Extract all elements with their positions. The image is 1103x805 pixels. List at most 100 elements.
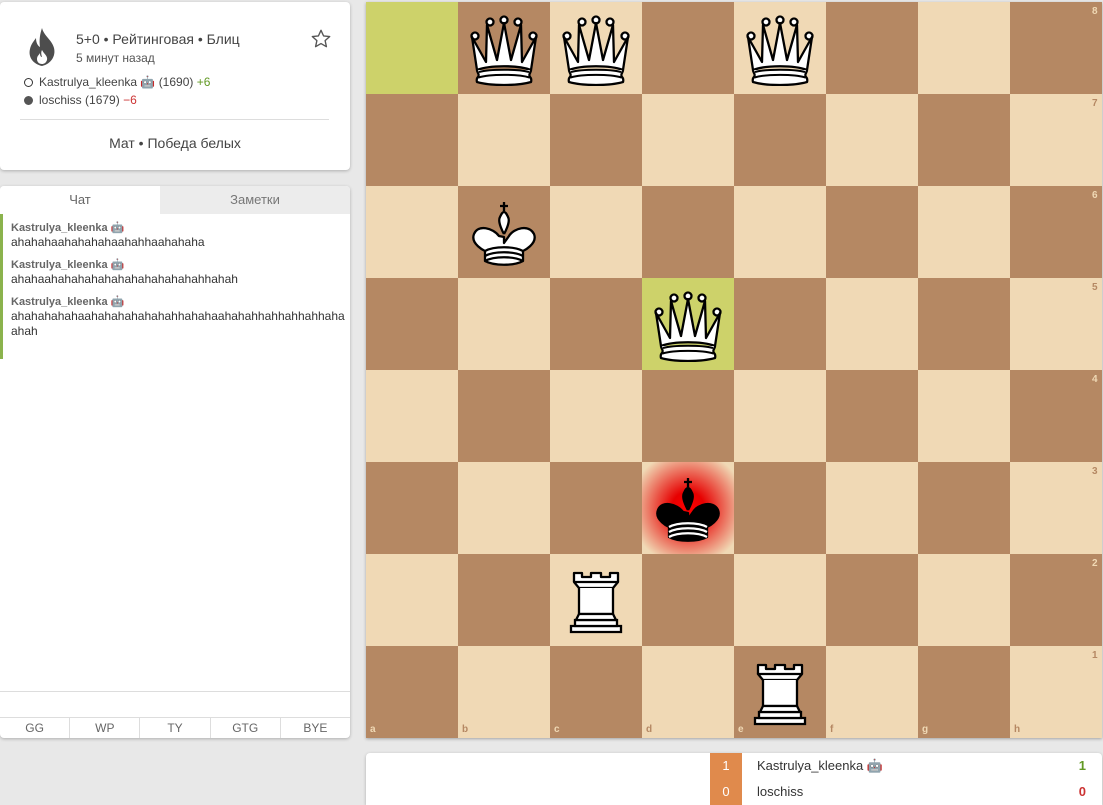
square-g1[interactable]: [918, 646, 1010, 738]
square-b7[interactable]: [458, 94, 550, 186]
file-label: f: [830, 724, 834, 735]
square-h1[interactable]: [1010, 646, 1102, 738]
square-h2[interactable]: [1010, 554, 1102, 646]
square-a1[interactable]: [366, 646, 458, 738]
chat-messages: Kastrulya_kleenka 🤖 ahahahaahahahahaahah…: [0, 214, 350, 359]
square-e4[interactable]: [734, 370, 826, 462]
black-player-name[interactable]: loschiss: [39, 93, 82, 107]
square-h4[interactable]: [1010, 370, 1102, 462]
square-a2[interactable]: [366, 554, 458, 646]
square-d7[interactable]: [642, 94, 734, 186]
preset-gtg-button[interactable]: GTG: [211, 718, 281, 738]
scoreboard-player-name[interactable]: Kastrulya_kleenka 🤖: [757, 753, 883, 779]
white-rook-icon[interactable]: [742, 654, 818, 730]
square-b2[interactable]: [458, 554, 550, 646]
rank-label: 7: [1092, 98, 1098, 109]
star-icon[interactable]: [310, 28, 332, 50]
square-b3[interactable]: [458, 462, 550, 554]
square-f3[interactable]: [826, 462, 918, 554]
square-f2[interactable]: [826, 554, 918, 646]
rank-label: 5: [1092, 282, 1098, 293]
square-c6[interactable]: [550, 186, 642, 278]
square-c1[interactable]: [550, 646, 642, 738]
chat-message-author[interactable]: Kastrulya_kleenka 🤖: [11, 221, 350, 235]
square-f1[interactable]: [826, 646, 918, 738]
square-f5[interactable]: [826, 278, 918, 370]
square-b4[interactable]: [458, 370, 550, 462]
square-e3[interactable]: [734, 462, 826, 554]
square-e2[interactable]: [734, 554, 826, 646]
white-king-icon[interactable]: [466, 194, 542, 270]
chat-input[interactable]: [0, 691, 350, 717]
square-d1[interactable]: [642, 646, 734, 738]
square-d2[interactable]: [642, 554, 734, 646]
square-g5[interactable]: [918, 278, 1010, 370]
file-label: d: [646, 724, 653, 735]
square-g7[interactable]: [918, 94, 1010, 186]
square-a5[interactable]: [366, 278, 458, 370]
rank-label: 8: [1092, 6, 1098, 17]
square-c5[interactable]: [550, 278, 642, 370]
square-d4[interactable]: [642, 370, 734, 462]
square-g2[interactable]: [918, 554, 1010, 646]
square-f6[interactable]: [826, 186, 918, 278]
white-player-rating: (1690): [158, 75, 194, 89]
square-e6[interactable]: [734, 186, 826, 278]
white-rook-icon[interactable]: [558, 562, 634, 638]
square-h6[interactable]: [1010, 186, 1102, 278]
square-g4[interactable]: [918, 370, 1010, 462]
square-h7[interactable]: [1010, 94, 1102, 186]
square-b1[interactable]: [458, 646, 550, 738]
preset-gg-button[interactable]: GG: [0, 718, 71, 738]
fire-icon: [29, 28, 55, 66]
square-e5[interactable]: [734, 278, 826, 370]
white-player-line: Kastrulya_kleenka 🤖 (1690) +6: [24, 75, 210, 89]
square-h5[interactable]: [1010, 278, 1102, 370]
square-a8[interactable]: [366, 2, 458, 94]
black-king-icon[interactable]: [650, 470, 726, 546]
preset-ty-button[interactable]: TY: [140, 718, 211, 738]
square-c7[interactable]: [550, 94, 642, 186]
square-a3[interactable]: [366, 462, 458, 554]
file-label: c: [554, 724, 560, 735]
scoreboard-player-name[interactable]: loschiss: [757, 779, 803, 805]
white-player-name[interactable]: Kastrulya_kleenka 🤖: [39, 75, 155, 89]
square-c4[interactable]: [550, 370, 642, 462]
square-c3[interactable]: [550, 462, 642, 554]
tab-chat[interactable]: Чат: [0, 186, 160, 214]
tab-notes[interactable]: Заметки: [160, 186, 350, 214]
square-e7[interactable]: [734, 94, 826, 186]
square-f8[interactable]: [826, 2, 918, 94]
white-queen-icon[interactable]: [558, 10, 634, 86]
chat-message: Kastrulya_kleenka 🤖 ahahahaahahahahaahah…: [11, 221, 350, 250]
rank-label: 6: [1092, 190, 1098, 201]
square-a4[interactable]: [366, 370, 458, 462]
square-a6[interactable]: [366, 186, 458, 278]
square-b5[interactable]: [458, 278, 550, 370]
preset-wp-button[interactable]: WP: [70, 718, 141, 738]
square-a7[interactable]: [366, 94, 458, 186]
divider: [20, 119, 329, 120]
square-d8[interactable]: [642, 2, 734, 94]
white-queen-icon[interactable]: [466, 10, 542, 86]
square-g6[interactable]: [918, 186, 1010, 278]
square-f7[interactable]: [826, 94, 918, 186]
square-g3[interactable]: [918, 462, 1010, 554]
square-h8[interactable]: [1010, 2, 1102, 94]
chat-message-author[interactable]: Kastrulya_kleenka 🤖: [11, 258, 350, 272]
white-queen-icon[interactable]: [650, 286, 726, 362]
square-g8[interactable]: [918, 2, 1010, 94]
chess-board[interactable]: 87654321abcdefgh: [366, 2, 1102, 738]
chat-message: Kastrulya_kleenka 🤖 ahahaahahahahahahaha…: [11, 258, 350, 287]
white-queen-icon[interactable]: [742, 10, 818, 86]
preset-bye-button[interactable]: BYE: [281, 718, 350, 738]
chat-presets: GG WP TY GTG BYE: [0, 717, 350, 738]
chat-message-author[interactable]: Kastrulya_kleenka 🤖: [11, 295, 350, 309]
black-rating-diff: −6: [123, 93, 137, 107]
white-dot-icon: [24, 78, 33, 87]
square-h3[interactable]: [1010, 462, 1102, 554]
chat-message-text: ahahaahahahahahahahahahahahahhahah: [11, 272, 238, 286]
square-d6[interactable]: [642, 186, 734, 278]
game-info-card: 5+0 • Рейтинговая • Блиц 5 минут назад K…: [0, 2, 350, 170]
square-f4[interactable]: [826, 370, 918, 462]
